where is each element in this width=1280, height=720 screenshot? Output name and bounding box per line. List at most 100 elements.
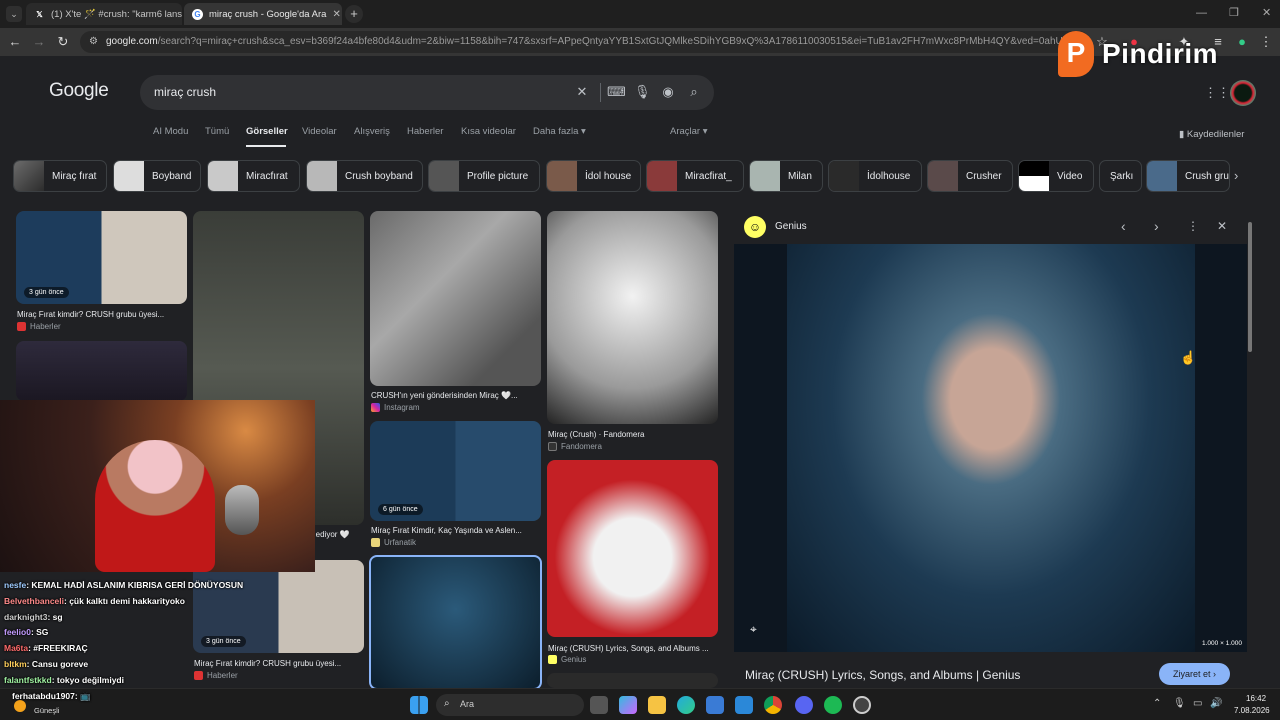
taskbar-search[interactable]: ⌕ Ara	[436, 694, 584, 716]
site-info-icon[interactable]: ⚙	[89, 31, 98, 53]
chip-miracfirat-underscore[interactable]: Miracfirat_	[646, 160, 744, 192]
chip-sarki[interactable]: Şarkı	[1099, 160, 1142, 192]
panel-scrollbar[interactable]	[1248, 222, 1252, 352]
network-icon[interactable]: ▭	[1193, 698, 1202, 709]
clock-time[interactable]: 16:42	[1246, 694, 1266, 703]
preview-image[interactable]: ⌖ 1.000 × 1.000	[734, 244, 1247, 652]
chip-profile-picture[interactable]: Profile picture	[428, 160, 540, 192]
reload-icon[interactable]: ↻	[55, 34, 71, 50]
chip-crush-boyband[interactable]: Crush boyband	[306, 160, 423, 192]
chrome-icon[interactable]	[764, 696, 782, 714]
apps-grid-icon[interactable]: ⋮⋮	[1204, 85, 1230, 101]
result-source[interactable]: Haberler	[17, 322, 61, 331]
chip-boyband[interactable]: Boyband	[113, 160, 201, 192]
volume-icon[interactable]: 🔊	[1210, 698, 1222, 709]
tab-google[interactable]: G miraç crush - Google'da Ara ✕	[184, 3, 342, 25]
result-source[interactable]: Fandomera	[548, 442, 602, 451]
tools-button[interactable]: Araçlar ▾	[670, 126, 708, 137]
edge-icon[interactable]	[677, 696, 695, 714]
tray-mic-icon[interactable]: 🎙	[1173, 698, 1186, 709]
panel-title[interactable]: Miraç (CRUSH) Lyrics, Songs, and Albums …	[745, 668, 1020, 682]
lens-search-icon[interactable]: ⌖	[750, 622, 757, 637]
file-explorer-icon[interactable]	[648, 696, 666, 714]
chip-crusher[interactable]: Crusher	[927, 160, 1013, 192]
result-image[interactable]	[547, 673, 718, 688]
weather-label[interactable]: Güneşli	[34, 706, 59, 715]
panel-source[interactable]: Genius	[775, 221, 807, 232]
result-source[interactable]: Urfanatik	[371, 538, 416, 547]
chip-idolhouse[interactable]: İdolhouse	[828, 160, 922, 192]
taskbar-search-label: Ara	[460, 699, 475, 709]
chips-next-chevron-icon[interactable]: ›	[1234, 168, 1238, 183]
more-options-icon[interactable]: ⋮	[1187, 219, 1199, 233]
chip-mirac-firat[interactable]: Miraç fırat	[13, 160, 107, 192]
chip-milan[interactable]: Milan	[749, 160, 823, 192]
search-box[interactable]: miraç crush ✕ ⌨ 🎙 ◉ ⌕	[140, 75, 714, 110]
tab-videos[interactable]: Videolar	[302, 126, 337, 137]
visit-button[interactable]: Ziyaret et ›	[1159, 663, 1231, 685]
chat-user: Belvethbanceli	[4, 595, 64, 606]
result-caption[interactable]: CRUSH'ın yeni gönderisinden Miraç 🤍...	[371, 391, 541, 400]
search-icon[interactable]: ⌕	[686, 84, 702, 100]
tab-short-videos[interactable]: Kısa videolar	[461, 126, 516, 137]
task-view-icon[interactable]	[590, 696, 608, 714]
previous-chevron-icon[interactable]: ‹	[1121, 218, 1126, 234]
result-image[interactable]: 3 gün önce	[16, 211, 187, 304]
close-window-icon[interactable]: ✕	[1262, 6, 1271, 19]
new-tab-button[interactable]: +	[345, 5, 363, 23]
tab-x[interactable]: 𝕏 (1) X'te 🪄 #crush: "karm6 lansı ✕	[26, 3, 182, 25]
result-caption[interactable]: Miraç Fırat Kimdir, Kaç Yaşında ve Aslen…	[371, 526, 541, 535]
mail-icon[interactable]	[735, 696, 753, 714]
restore-window-icon[interactable]: ❐	[1229, 6, 1239, 19]
result-image[interactable]: 6 gün önce	[370, 421, 541, 521]
result-image[interactable]	[547, 211, 718, 424]
saved-button[interactable]: ▮ Kaydedilenler	[1179, 129, 1244, 140]
next-chevron-icon[interactable]: ›	[1154, 218, 1159, 234]
result-caption[interactable]: Miraç Fırat kimdir? CRUSH grubu üyesi...	[17, 310, 187, 319]
tray-chevron-icon[interactable]: ⌃	[1153, 698, 1161, 709]
camera-lens-icon[interactable]: ◉	[660, 84, 676, 100]
microphone-icon[interactable]: 🎙	[634, 84, 651, 100]
result-source[interactable]: Instagram	[371, 403, 420, 412]
app-icon[interactable]	[853, 696, 871, 714]
copilot-icon[interactable]	[619, 696, 637, 714]
account-avatar[interactable]	[1230, 80, 1256, 106]
store-icon[interactable]	[706, 696, 724, 714]
keyboard-icon[interactable]: ⌨	[607, 84, 626, 100]
result-image[interactable]	[547, 460, 718, 637]
result-image[interactable]	[16, 341, 187, 401]
result-image[interactable]	[370, 211, 541, 386]
windows-start-icon[interactable]	[410, 696, 428, 714]
chip-idol-house[interactable]: İdol house	[546, 160, 641, 192]
close-tab-icon[interactable]: ✕	[326, 9, 340, 20]
clock-date[interactable]: 7.08.2026	[1234, 706, 1270, 715]
result-caption[interactable]: Miraç (CRUSH) Lyrics, Songs, and Albums …	[548, 644, 718, 653]
chat-message: : sg	[47, 611, 63, 622]
chip-crush-grup[interactable]: Crush grup	[1146, 160, 1230, 192]
chip-video[interactable]: Video	[1018, 160, 1094, 192]
result-source[interactable]: Genius	[548, 655, 586, 664]
tab-list-button[interactable]: ⌄	[6, 6, 22, 22]
forward-arrow-icon[interactable]: →	[31, 34, 47, 50]
clear-search-icon[interactable]: ✕	[574, 84, 590, 100]
address-bar[interactable]: ⚙ google.com/search?q=miraç+crush&sca_es…	[80, 31, 1090, 53]
tab-ai-mode[interactable]: AI Modu	[153, 126, 188, 137]
browser-menu-icon[interactable]: ⋮	[1258, 34, 1274, 50]
result-caption[interactable]: ...ediyor 🤍	[309, 530, 364, 539]
tab-shopping[interactable]: Alışveriş	[354, 126, 390, 137]
search-input[interactable]: miraç crush	[154, 85, 216, 99]
chip-miracfirat[interactable]: Miracfırat	[207, 160, 300, 192]
tab-all[interactable]: Tümü	[205, 126, 229, 137]
minimize-window-icon[interactable]: —	[1196, 7, 1207, 19]
tab-news[interactable]: Haberler	[407, 126, 443, 137]
back-arrow-icon[interactable]: ←	[7, 34, 23, 50]
tab-images[interactable]: Görseller	[246, 126, 288, 137]
profile-avatar-icon[interactable]: ●	[1234, 34, 1250, 50]
google-logo[interactable]: Google	[49, 80, 109, 102]
result-caption[interactable]: Miraç (Crush) · Fandomera	[548, 430, 718, 439]
close-panel-icon[interactable]: ✕	[1217, 219, 1227, 233]
discord-icon[interactable]	[795, 696, 813, 714]
result-image-selected[interactable]	[369, 555, 542, 690]
spotify-icon[interactable]	[824, 696, 842, 714]
tab-more[interactable]: Daha fazla ▾	[533, 126, 586, 137]
